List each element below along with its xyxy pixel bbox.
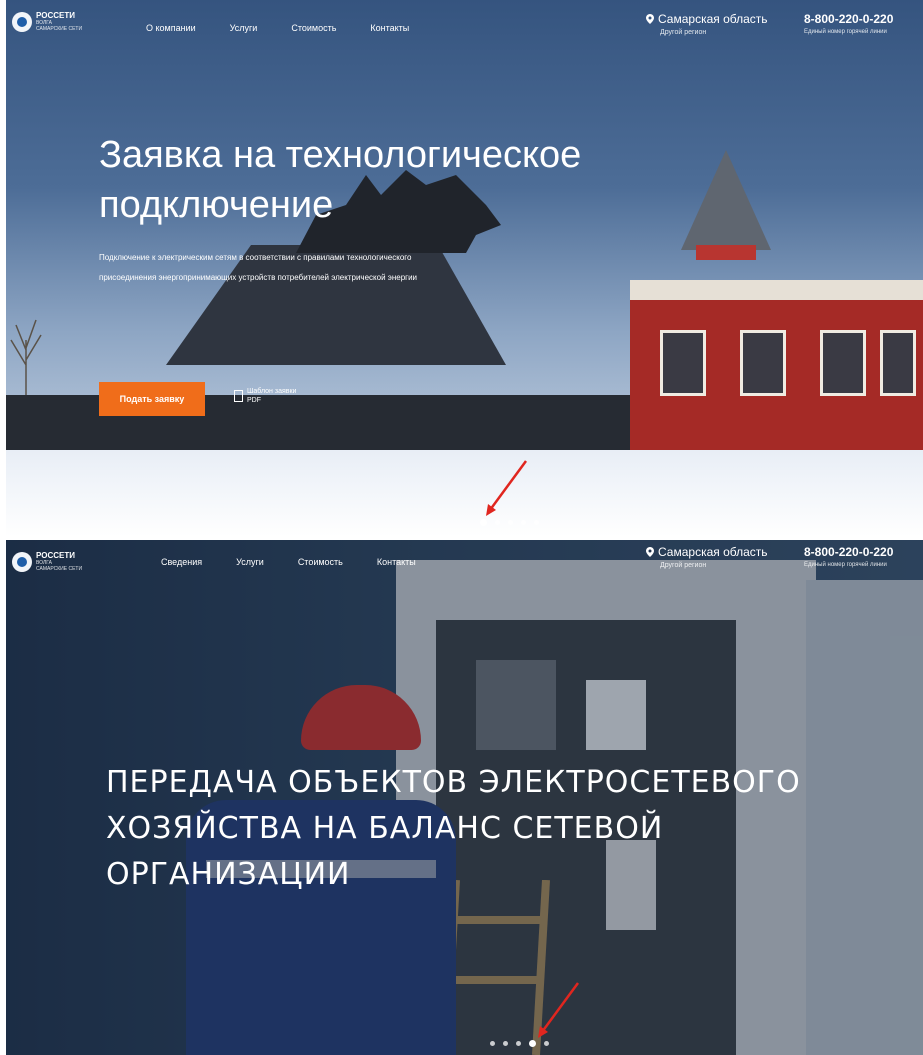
template-format: PDF	[247, 397, 261, 404]
hero-title: ПЕРЕДАЧА ОБЪЕКТОВ ЭЛЕКТРОСЕТЕВОГО ХОЗЯЙС…	[106, 760, 886, 898]
nav-link-contacts[interactable]: Контакты	[370, 23, 409, 33]
snow-ground	[6, 450, 923, 537]
slider-dot-5[interactable]	[534, 520, 539, 525]
hero-slide-1: РОССЕТИ ВОЛГА САМАРСКИЕ СЕТИ О компании …	[6, 0, 923, 537]
hotline-caption: Единый номер горячей линии	[804, 562, 887, 568]
logo-icon	[12, 12, 32, 32]
region-selector[interactable]: Самарская область Другой регион	[646, 545, 768, 569]
annotation-arrow-1	[486, 460, 528, 516]
hero-title-line3: ОРГАНИЗАЦИИ	[106, 857, 351, 892]
region-change-link[interactable]: Другой регион	[660, 29, 768, 36]
hero-title-line2: ХОЗЯЙСТВА НА БАЛАНС СЕТЕВОЙ	[106, 811, 664, 846]
annotation-arrow-2	[538, 982, 580, 1038]
theatre-tower	[681, 150, 771, 260]
hotline-number[interactable]: 8-800-220-0-220	[804, 12, 893, 26]
template-download[interactable]: Шаблон заявки PDF	[234, 387, 296, 405]
nav-link-about[interactable]: О компании	[146, 23, 196, 33]
document-icon	[234, 390, 243, 402]
logo-sub2: САМАРСКИЕ СЕТИ	[36, 566, 83, 572]
slider-dot-2[interactable]	[495, 520, 500, 525]
site-logo[interactable]: РОССЕТИ ВОЛГА САМАРСКИЕ СЕТИ	[12, 552, 82, 572]
hero-title-line2: подключение	[99, 184, 334, 226]
region-change-link[interactable]: Другой регион	[660, 562, 768, 569]
slider-dot-1[interactable]	[480, 519, 487, 526]
location-pin-icon	[646, 14, 654, 24]
slider-dot-3[interactable]	[516, 1041, 521, 1046]
main-nav: Сведения Услуги Стоимость Контакты	[161, 557, 416, 567]
nav-link-info[interactable]: Сведения	[161, 557, 202, 567]
slider-dot-4[interactable]	[521, 520, 526, 525]
nav-link-contacts[interactable]: Контакты	[377, 557, 416, 567]
site-logo[interactable]: РОССЕТИ ВОЛГА САМАРСКИЕ СЕТИ	[12, 12, 82, 32]
hotline: 8-800-220-0-220 Единый номер горячей лин…	[804, 12, 893, 35]
nav-link-pricing[interactable]: Стоимость	[291, 23, 336, 33]
hero-title-line1: Заявка на технологическое	[99, 134, 582, 176]
hotline: 8-800-220-0-220 Единый номер горячей лин…	[804, 545, 893, 568]
logo-name: РОССЕТИ	[36, 551, 75, 560]
region-selector[interactable]: Самарская область Другой регион	[646, 12, 768, 36]
region-name: Самарская область	[658, 12, 768, 26]
hero-title-line1: ПЕРЕДАЧА ОБЪЕКТОВ ЭЛЕКТРОСЕТЕВОГО	[106, 765, 801, 800]
nav-link-pricing[interactable]: Стоимость	[298, 557, 343, 567]
hero-title: Заявка на технологическое подключение	[99, 130, 581, 230]
region-name: Самарская область	[658, 545, 768, 559]
nav-link-services[interactable]: Услуги	[236, 557, 264, 567]
nav-link-services[interactable]: Услуги	[230, 23, 258, 33]
hero-slide-2: РОССЕТИ ВОЛГА САМАРСКИЕ СЕТИ Сведения Ус…	[6, 540, 923, 1055]
slider-dot-1[interactable]	[490, 1041, 495, 1046]
hero-description: Подключение к электрическим сетям в соот…	[99, 253, 418, 282]
slider-pagination	[480, 519, 539, 526]
submit-application-button[interactable]: Подать заявку	[99, 382, 205, 416]
logo-sub2: САМАРСКИЕ СЕТИ	[36, 26, 83, 32]
theatre-building	[630, 280, 923, 450]
slider-dot-3[interactable]	[508, 520, 513, 525]
tree-illustration	[10, 319, 42, 400]
hotline-caption: Единый номер горячей линии	[804, 29, 887, 35]
template-label: Шаблон заявки	[247, 388, 297, 395]
location-pin-icon	[646, 547, 654, 557]
hotline-number[interactable]: 8-800-220-0-220	[804, 545, 893, 559]
slider-dot-2[interactable]	[503, 1041, 508, 1046]
main-nav: О компании Услуги Стоимость Контакты	[146, 23, 409, 33]
logo-name: РОССЕТИ	[36, 11, 75, 20]
logo-icon	[12, 552, 32, 572]
